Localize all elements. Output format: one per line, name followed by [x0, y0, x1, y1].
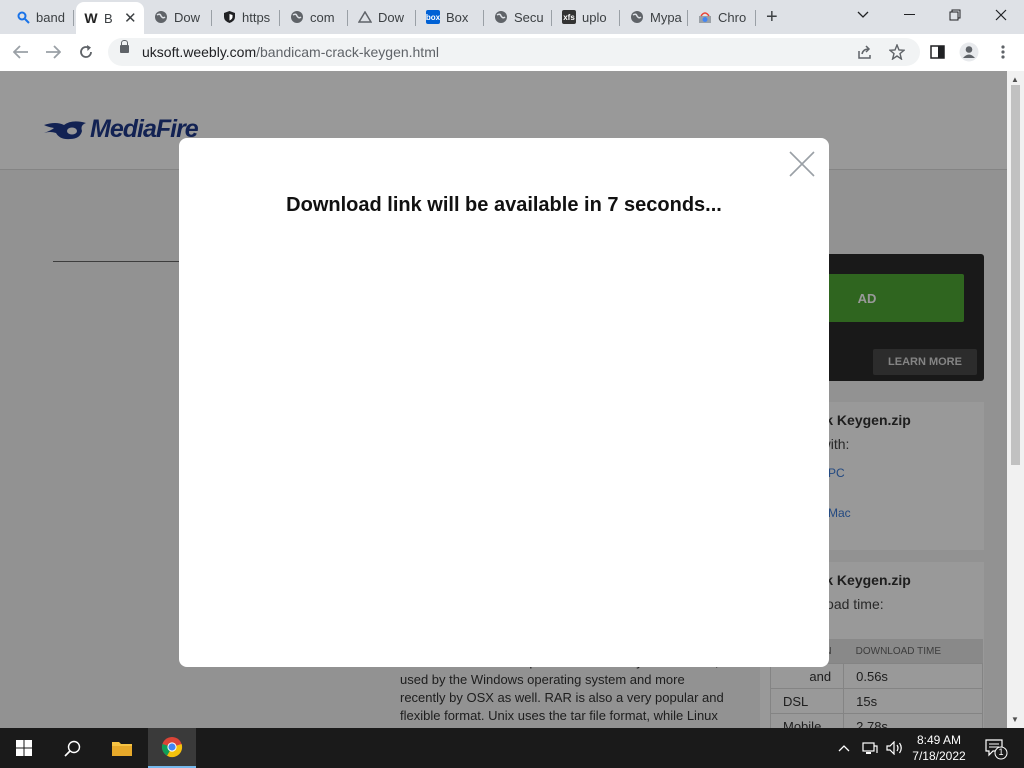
scroll-thumb[interactable]	[1011, 85, 1020, 465]
url-text[interactable]: uksoft.weebly.com/bandicam-crack-keygen.…	[142, 44, 439, 60]
tab-title: B	[104, 10, 113, 26]
tab-title: Box	[446, 9, 469, 25]
box-icon: box	[426, 10, 440, 24]
globe-icon	[290, 10, 304, 24]
browser-toolbar: uksoft.weebly.com/bandicam-crack-keygen.…	[0, 34, 1024, 72]
network-icon[interactable]	[862, 728, 878, 768]
tab-box[interactable]: box Box	[418, 4, 484, 30]
folder-icon	[112, 742, 132, 756]
tab-active-weebly[interactable]: W B ✕	[76, 2, 144, 34]
show-hidden-icons[interactable]	[838, 728, 850, 768]
weebly-icon: W	[84, 10, 98, 26]
system-clock[interactable]: 8:49 AM 7/18/2022	[904, 732, 974, 764]
volume-icon[interactable]	[886, 728, 904, 768]
xfs-icon: xfs	[562, 10, 576, 24]
globe-icon	[630, 10, 644, 24]
address-bar[interactable]: uksoft.weebly.com/bandicam-crack-keygen.…	[108, 38, 920, 66]
tab-title: band	[36, 9, 65, 25]
notification-count: 1	[998, 747, 1004, 757]
tab-security[interactable]: Secu	[486, 4, 552, 30]
windows-logo-icon	[16, 740, 32, 756]
chevron-up-icon	[838, 745, 850, 752]
tab-com[interactable]: com	[282, 4, 348, 30]
reload-button[interactable]	[75, 41, 97, 63]
drive-icon	[358, 10, 372, 24]
globe-icon	[494, 10, 508, 24]
side-panel-icon[interactable]	[926, 41, 948, 63]
tab-title: Dow	[174, 9, 201, 25]
tab-https[interactable]: https	[214, 4, 280, 30]
tab-title: uplo	[582, 9, 607, 25]
browser-menu-icon[interactable]	[992, 41, 1014, 63]
chrome-taskbar-button[interactable]	[148, 728, 196, 768]
tab-upload[interactable]: xfs uplo	[554, 4, 620, 30]
globe-icon	[154, 10, 168, 24]
search-icon	[16, 10, 30, 24]
share-icon[interactable]	[854, 41, 876, 63]
search-button[interactable]	[48, 728, 96, 768]
close-window-button[interactable]	[978, 0, 1024, 30]
search-icon	[63, 740, 80, 757]
windows-taskbar: 8:49 AM 7/18/2022 1	[0, 728, 1024, 768]
download-countdown-modal: Download link will be available in 7 sec…	[179, 138, 829, 667]
chrome-web-store-icon	[698, 10, 712, 24]
page-viewport: MediaFire AD LEARN MORE am Crack Keygen.…	[0, 71, 1007, 728]
tab-title: Dow	[378, 9, 405, 25]
tab-drive-download[interactable]: Dow	[350, 4, 416, 30]
scroll-up-icon[interactable]: ▲	[1011, 75, 1019, 84]
tab-title: https	[242, 9, 271, 25]
tab-chrome-store[interactable]: Chro	[690, 4, 756, 30]
lock-icon	[120, 40, 129, 53]
tab-bandicam-search[interactable]: band	[8, 4, 74, 30]
minimize-button[interactable]	[886, 0, 932, 30]
tab-strip: band W B ✕ Dow https com Dow box Box Sec…	[0, 0, 1024, 34]
restore-button[interactable]	[932, 0, 978, 30]
url-path: /bandicam-crack-keygen.html	[256, 44, 439, 60]
page-scrollbar[interactable]: ▲ ▼	[1007, 71, 1024, 728]
tab-title: com	[310, 9, 335, 25]
tab-download[interactable]: Dow	[146, 4, 212, 30]
start-button[interactable]	[0, 728, 48, 768]
tab-title: Mypa	[650, 9, 682, 25]
scroll-down-icon[interactable]: ▼	[1011, 715, 1019, 724]
tab-mypa[interactable]: Mypa	[622, 4, 688, 30]
clock-date: 7/18/2022	[912, 749, 966, 763]
close-tab-icon[interactable]: ✕	[124, 9, 137, 27]
shield-icon	[222, 10, 236, 24]
profile-avatar-icon[interactable]	[958, 41, 980, 63]
tab-title: Chro	[718, 9, 747, 25]
chrome-icon	[161, 737, 183, 758]
clock-time: 8:49 AM	[916, 733, 962, 747]
forward-button[interactable]	[42, 41, 64, 63]
bookmark-star-icon[interactable]	[886, 41, 908, 63]
file-explorer-button[interactable]	[98, 728, 146, 768]
modal-close-icon[interactable]	[789, 151, 815, 177]
url-host: uksoft.weebly.com	[142, 44, 257, 60]
back-button[interactable]	[10, 41, 32, 63]
tab-title: Secu	[514, 9, 544, 25]
countdown-message: Download link will be available in 7 sec…	[286, 194, 722, 216]
tab-search-chevron-icon[interactable]	[840, 0, 886, 30]
new-tab-button[interactable]: +	[766, 6, 778, 29]
action-center-button[interactable]: 1	[984, 728, 1008, 768]
